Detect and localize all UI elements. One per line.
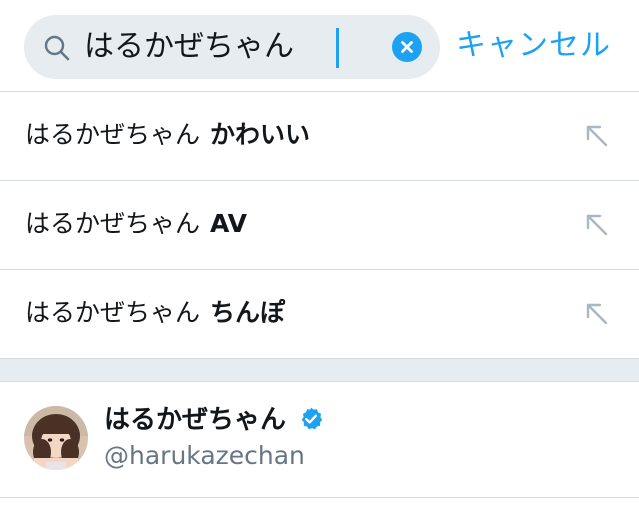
clear-icon (401, 41, 413, 53)
cancel-button[interactable]: キャンセル (456, 22, 611, 70)
avatar-image (24, 406, 88, 470)
search-input[interactable]: はるかぜちゃん (24, 15, 440, 79)
clear-search-button[interactable] (392, 32, 422, 62)
suggestion-suffix: ちんぽ (210, 298, 286, 327)
suggestion-prefix: はるかぜちゃん (25, 209, 201, 238)
avatar[interactable] (24, 406, 88, 470)
search-header: はるかぜちゃん キャンセル (0, 0, 639, 92)
arrow-up-left-icon[interactable] (583, 211, 611, 239)
user-display-name: はるかぜちゃん (104, 405, 287, 435)
user-handle: @harukazechan (104, 441, 305, 470)
suggestion-item[interactable]: はるかぜちゃん ちんぽ (0, 270, 639, 359)
suggestion-text: はるかぜちゃん ちんぽ (25, 293, 285, 333)
verified-badge-icon (301, 407, 323, 430)
suggestion-item[interactable]: はるかぜちゃん AV (0, 181, 639, 270)
suggestion-text: はるかぜちゃん かわいい (25, 115, 310, 155)
suggestion-prefix: はるかぜちゃん (25, 120, 201, 149)
search-query-text: はるかぜちゃん (84, 29, 294, 64)
section-divider (0, 359, 639, 382)
arrow-up-left-icon[interactable] (583, 300, 611, 328)
suggestion-prefix: はるかぜちゃん (25, 298, 201, 327)
arrow-up-left-icon[interactable] (583, 122, 611, 150)
suggestion-suffix: AV (210, 209, 248, 238)
suggestion-suffix: かわいい (210, 120, 311, 149)
user-result-row[interactable]: はるかぜちゃん @harukazechan (0, 382, 639, 498)
suggestion-item[interactable]: はるかぜちゃん かわいい (0, 92, 639, 181)
search-icon (44, 35, 70, 61)
text-caret (336, 28, 339, 68)
suggestion-text: はるかぜちゃん AV (25, 204, 247, 244)
